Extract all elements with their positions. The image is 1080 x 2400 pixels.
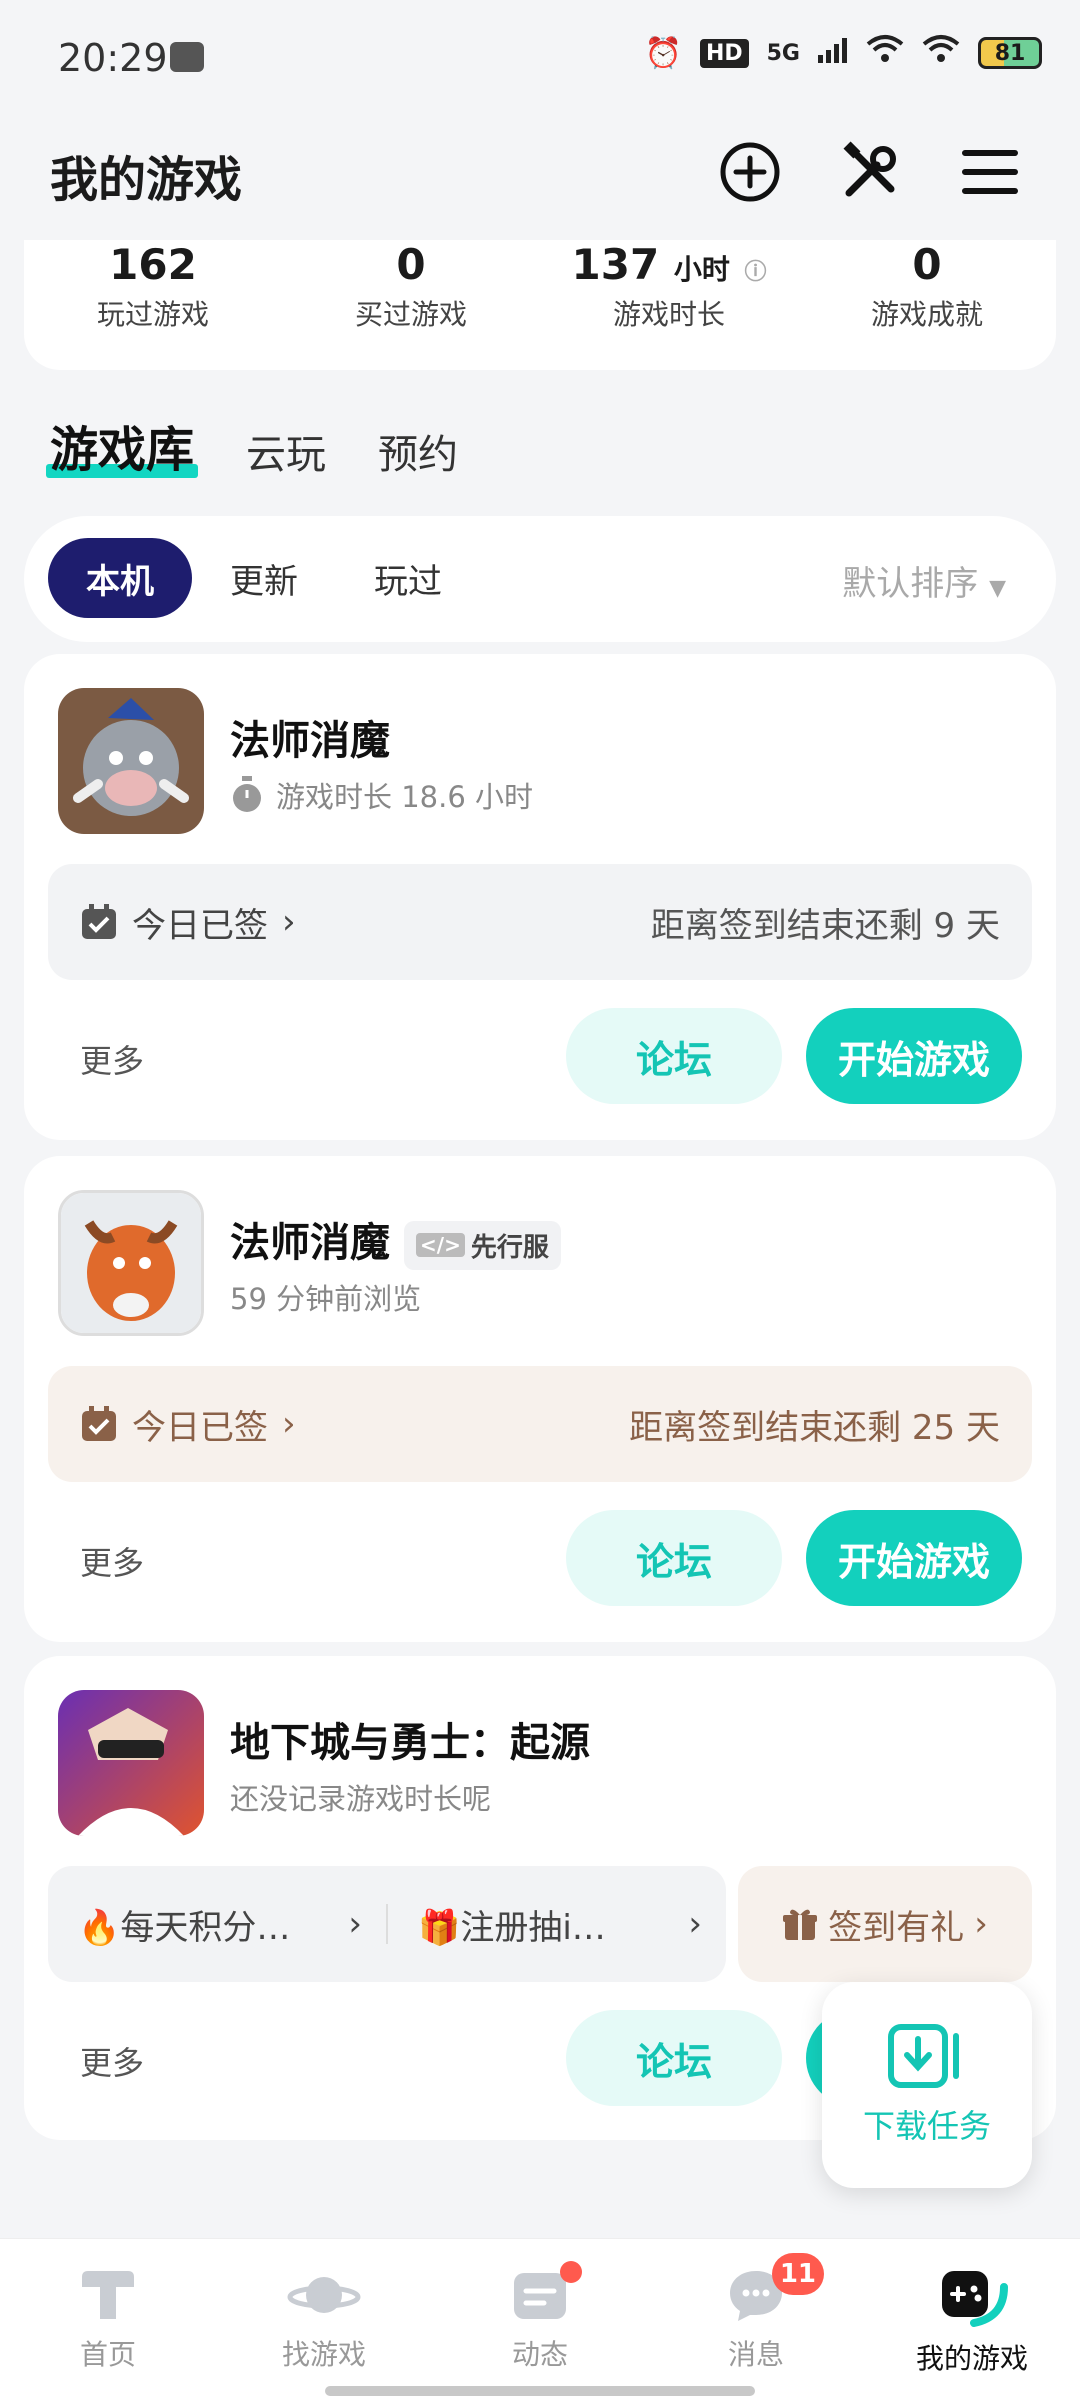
stat-playtime[interactable]: 137 小时 ⓘ 游戏时长 <box>540 240 798 333</box>
chevron-right-icon: › <box>974 1904 988 1944</box>
wifi-icon-2 <box>922 34 960 72</box>
start-game-button[interactable]: 开始游戏 <box>806 1008 1022 1104</box>
playtime-value: 137 <box>571 240 660 289</box>
add-game-button[interactable] <box>710 132 790 212</box>
tab-library[interactable]: 游戏库 <box>45 410 199 480</box>
bottom-nav: 首页 找游戏 动态 消息 11 我的游戏 <box>0 2238 1080 2400</box>
caret-down-icon: ▼ <box>989 576 1006 601</box>
wifi-icon <box>866 34 904 72</box>
chevron-right-icon: › <box>688 1904 702 1944</box>
game-title: 法师消魔 <box>230 1220 390 1266</box>
stopwatch-icon <box>233 776 261 812</box>
promo-register-draw[interactable]: 🎁注册抽i… › <box>388 1900 726 1949</box>
more-button[interactable]: 更多 <box>80 1538 144 1584</box>
sign-gift-button[interactable]: 签到有礼 › <box>738 1866 1032 1982</box>
filter-bar: 本机 更新 玩过 默认排序 ▼ <box>24 516 1056 642</box>
sign-in-bar[interactable]: 今日已签 › 距离签到结束还剩 9 天 <box>48 864 1032 980</box>
download-task-button[interactable]: 下载任务 <box>822 1982 1032 2188</box>
more-button[interactable]: 更多 <box>80 1036 144 1082</box>
plus-circle-icon <box>720 142 780 202</box>
nav-messages[interactable]: 消息 11 <box>648 2239 864 2400</box>
sign-remaining: 距离签到结束还剩 25 天 <box>629 1407 1000 1448</box>
forum-button[interactable]: 论坛 <box>566 1008 782 1104</box>
forum-button[interactable]: 论坛 <box>566 1510 782 1606</box>
game-icon[interactable] <box>58 1190 204 1336</box>
game-icon[interactable] <box>58 688 204 834</box>
chip-update[interactable]: 更新 <box>192 538 336 618</box>
nav-discover[interactable]: 找游戏 <box>216 2239 432 2400</box>
download-task-label: 下载任务 <box>862 2107 991 2145</box>
sort-dropdown[interactable]: 默认排序 ▼ <box>842 556 1006 605</box>
stat-played: 162 玩过游戏 <box>96 240 209 331</box>
game-no-record: 还没记录游戏时长呢 <box>230 1782 492 1816</box>
calendar-check-icon <box>82 904 116 939</box>
menu-icon <box>962 150 1018 194</box>
download-icon <box>888 2024 959 2088</box>
forum-button[interactable]: 论坛 <box>566 2010 782 2106</box>
chevron-right-icon: › <box>282 1404 296 1444</box>
promo-daily-points[interactable]: 🔥每天积分… › <box>48 1900 386 1949</box>
sign-status: 今日已签 <box>132 905 268 946</box>
status-bar: 20:29 ⏰ HD 5G 81 <box>0 0 1080 110</box>
chevron-right-icon: › <box>348 1904 362 1944</box>
chip-played[interactable]: 玩过 <box>336 538 480 618</box>
home-indicator[interactable] <box>325 2386 755 2396</box>
promo-bar: 🔥每天积分… › 🎁注册抽i… › <box>48 1866 726 1982</box>
more-button[interactable]: 更多 <box>80 2038 144 2084</box>
preview-server-badge: </> 先行服 <box>404 1220 561 1270</box>
alarm-icon: ⏰ <box>644 35 682 71</box>
game-icon[interactable] <box>58 1690 204 1836</box>
nav-home[interactable]: 首页 <box>0 2239 216 2400</box>
tools-button[interactable] <box>830 132 910 212</box>
playtime-unit: 小时 <box>673 253 730 286</box>
game-title-row: 法师消魔 </> 先行服 <box>230 1210 561 1270</box>
game-card: 法师消魔 游戏时长 18.6 小时 今日已签 › 距离签到结束还剩 9 天 更多… <box>24 654 1056 1140</box>
start-game-button[interactable]: 开始游戏 <box>806 1510 1022 1606</box>
android-icon <box>170 42 204 72</box>
game-title: 法师消魔 <box>230 718 390 764</box>
message-count-badge: 11 <box>771 2253 824 2295</box>
chevron-right-icon: › <box>282 902 296 942</box>
tools-icon <box>843 141 896 197</box>
unread-dot <box>560 2261 582 2283</box>
home-icon <box>82 2271 134 2319</box>
game-last-viewed: 59 分钟前浏览 <box>230 1282 422 1316</box>
status-icons: ⏰ HD 5G 81 <box>645 34 1042 72</box>
library-tabs: 游戏库 云玩 预约 <box>45 410 458 480</box>
nav-my-games[interactable]: 我的游戏 <box>864 2239 1080 2400</box>
gamepad-icon <box>942 2271 1008 2327</box>
gift-icon <box>783 1909 818 1940</box>
chip-local[interactable]: 本机 <box>48 538 192 618</box>
sign-in-bar[interactable]: 今日已签 › 距离签到结束还剩 25 天 <box>48 1366 1032 1482</box>
sign-remaining: 距离签到结束还剩 9 天 <box>650 905 1000 946</box>
tab-cloud[interactable]: 云玩 <box>246 422 326 480</box>
menu-button[interactable] <box>950 132 1030 212</box>
game-playtime: 游戏时长 18.6 小时 <box>230 774 533 816</box>
game-card: 法师消魔 </> 先行服 59 分钟前浏览 今日已签 › 距离签到结束还剩 25 天… <box>24 1156 1056 1642</box>
game-title: 地下城与勇士：起源 <box>230 1720 590 1766</box>
stat-bought: 0 买过游戏 <box>354 240 467 331</box>
status-time: 20:29 <box>58 36 168 80</box>
network-type: 5G <box>766 40 800 66</box>
nav-feed[interactable]: 动态 <box>432 2239 648 2400</box>
stats-card: 162 玩过游戏 0 买过游戏 137 小时 ⓘ 游戏时长 0 游戏成就 <box>24 240 1056 370</box>
code-icon: </> <box>416 1233 465 1257</box>
planet-icon <box>287 2277 361 2313</box>
hd-icon: HD <box>699 38 749 68</box>
info-icon[interactable]: ⓘ <box>744 260 766 285</box>
calendar-check-icon <box>82 1406 116 1441</box>
sign-status: 今日已签 <box>132 1407 268 1448</box>
stat-achievements: 0 游戏成就 <box>870 240 983 331</box>
tab-reservation[interactable]: 预约 <box>378 422 458 480</box>
app-header: 我的游戏 <box>0 110 1080 240</box>
signal-icon <box>818 36 848 71</box>
battery-icon: 81 <box>978 37 1042 69</box>
page-title: 我的游戏 <box>50 152 243 208</box>
